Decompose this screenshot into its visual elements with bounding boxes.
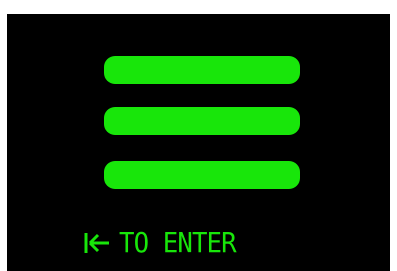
enter-hint-text: TO ENTER (119, 226, 237, 259)
menu-icon-bar-middle (104, 107, 300, 135)
oled-screen: TO ENTER (7, 14, 390, 271)
enter-key-icon (84, 233, 109, 253)
menu-icon-bar-bottom (104, 161, 300, 189)
menu-icon-bar-top (104, 56, 300, 84)
enter-hint: TO ENTER (83, 225, 246, 261)
